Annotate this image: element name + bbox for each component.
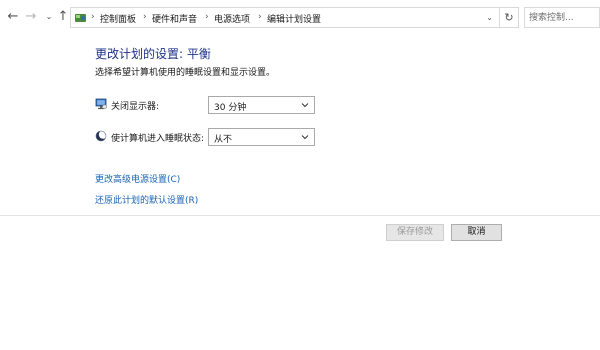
- breadcrumb-hardware-sound[interactable]: 硬件和声音: [152, 12, 197, 25]
- save-changes-button[interactable]: 保存修改: [386, 224, 444, 241]
- chevron-down-icon: [301, 103, 309, 108]
- sleep-value: 从不: [214, 135, 233, 145]
- search-input[interactable]: [529, 10, 597, 25]
- advanced-power-settings-link[interactable]: 更改高级电源设置(C): [95, 172, 180, 185]
- display-off-label: 关闭显示器:: [111, 102, 160, 112]
- chevron-down-icon: [301, 135, 309, 140]
- breadcrumb-separator: ›: [205, 12, 209, 22]
- sleep-label: 使计算机进入睡眠状态:: [111, 134, 205, 144]
- page-subtitle: 选择希望计算机使用的睡眠设置和显示设置。: [95, 68, 276, 78]
- sleep-select[interactable]: 从不: [208, 128, 315, 146]
- back-arrow-icon[interactable]: ←: [6, 9, 20, 25]
- search-box[interactable]: [524, 7, 600, 28]
- navigation-bar: ← → ⌄ ↑ › 控制面板 › 硬件和声音 › 电源选项 › 编辑计划设置 ⌄…: [0, 0, 600, 34]
- display-off-value: 30 分钟: [214, 103, 247, 113]
- breadcrumb-separator: ›: [91, 12, 95, 22]
- monitor-icon: [95, 98, 107, 110]
- control-panel-icon: [75, 14, 86, 22]
- address-bar[interactable]: › 控制面板 › 硬件和声音 › 电源选项 › 编辑计划设置 ⌄: [70, 7, 500, 28]
- display-off-select[interactable]: 30 分钟: [208, 96, 315, 114]
- breadcrumb-control-panel[interactable]: 控制面板: [100, 12, 136, 25]
- breadcrumb-separator: ›: [143, 12, 147, 22]
- footer-divider: [0, 215, 600, 216]
- cancel-button[interactable]: 取消: [451, 224, 502, 241]
- refresh-icon[interactable]: ↻: [500, 7, 519, 28]
- chevron-down-icon[interactable]: ⌄: [42, 9, 56, 25]
- restore-defaults-link[interactable]: 还原此计划的默认设置(R): [95, 193, 198, 206]
- up-arrow-icon[interactable]: ↑: [56, 9, 70, 25]
- breadcrumb-edit-plan-settings[interactable]: 编辑计划设置: [267, 12, 321, 25]
- breadcrumb-separator: ›: [258, 12, 262, 22]
- forward-arrow-icon[interactable]: →: [24, 9, 38, 25]
- breadcrumb-power-options[interactable]: 电源选项: [214, 12, 250, 25]
- moon-icon: [95, 130, 107, 142]
- address-dropdown-icon[interactable]: ⌄: [486, 13, 493, 22]
- page-title: 更改计划的设置: 平衡: [95, 47, 211, 61]
